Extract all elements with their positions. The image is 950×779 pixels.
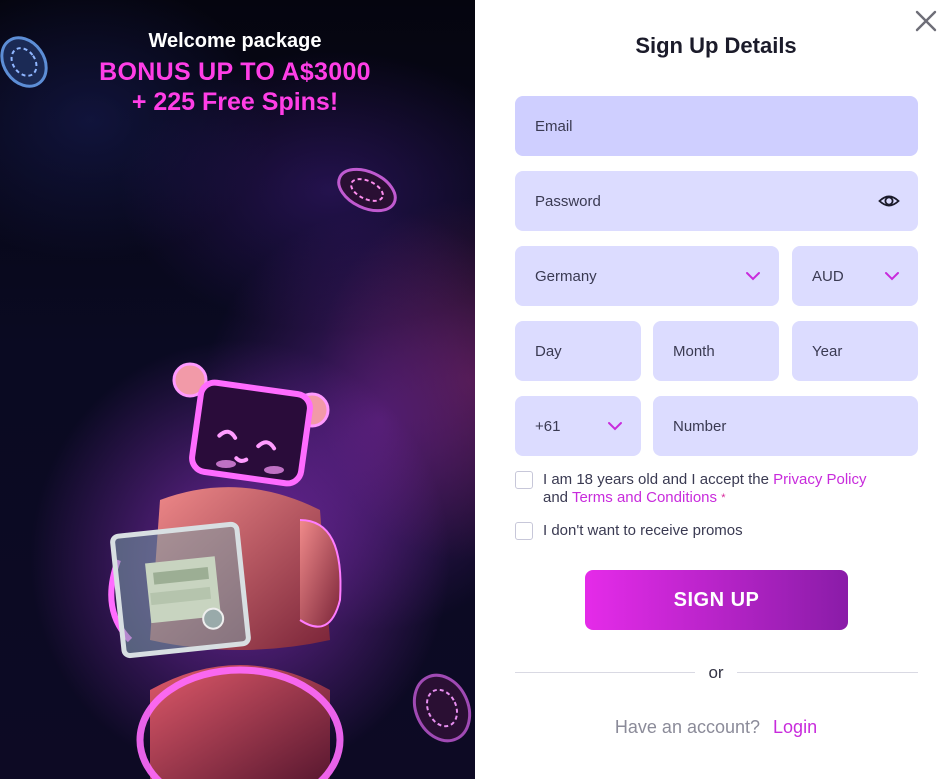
phone-number-field[interactable]: Number <box>653 396 918 456</box>
show-password-button[interactable] <box>878 190 900 216</box>
chevron-down-icon <box>745 268 761 285</box>
country-value: Germany <box>535 267 597 285</box>
country-select[interactable]: Germany <box>515 246 779 306</box>
promos-checkbox[interactable] <box>515 522 533 540</box>
year-field[interactable]: Year <box>792 321 918 381</box>
close-button[interactable] <box>913 8 939 34</box>
divider-left <box>515 672 695 673</box>
password-field[interactable]: Password <box>515 171 918 231</box>
promo-bonus-text: BONUS UP TO A$3000 <box>99 58 371 86</box>
terms-checkbox-row: I am 18 years old and I accept the Priva… <box>515 471 867 507</box>
password-placeholder: Password <box>535 192 601 210</box>
promos-checkbox-row: I don't want to receive promos <box>515 522 743 540</box>
chevron-down-icon <box>607 418 623 435</box>
signup-button[interactable]: SIGN UP <box>585 570 848 630</box>
terms-checkbox[interactable] <box>515 471 533 489</box>
login-prompt: Have an account? Login <box>475 717 950 738</box>
login-link[interactable]: Login <box>773 717 817 737</box>
phone-code-select[interactable]: +61 <box>515 396 641 456</box>
terms-link[interactable]: Terms and Conditions <box>572 489 717 506</box>
close-icon <box>915 10 937 32</box>
day-field[interactable]: Day <box>515 321 641 381</box>
promo-spins-text: + 225 Free Spins! <box>131 88 339 116</box>
form-title: Sign Up Details <box>635 33 797 58</box>
year-placeholder: Year <box>812 342 843 360</box>
email-field[interactable]: Email <box>515 96 918 156</box>
chevron-down-icon <box>884 268 900 285</box>
promo-panel: Welcome package BONUS UP TO A$3000 + 225… <box>0 0 475 779</box>
phone-code-value: +61 <box>535 417 561 435</box>
currency-select[interactable]: AUD <box>792 246 918 306</box>
terms-text: I am 18 years old and I accept the Priva… <box>543 471 867 506</box>
email-placeholder: Email <box>535 117 573 135</box>
month-placeholder: Month <box>673 342 715 360</box>
or-separator: or <box>708 663 724 682</box>
month-field[interactable]: Month <box>653 321 779 381</box>
privacy-policy-link[interactable]: Privacy Policy <box>773 471 866 488</box>
promos-label: I don't want to receive promos <box>543 522 743 539</box>
required-mark: * <box>721 492 726 504</box>
number-placeholder: Number <box>673 417 727 435</box>
currency-value: AUD <box>812 267 844 285</box>
promo-welcome-text: Welcome package <box>148 30 322 52</box>
signup-form-panel: Sign Up Details Email Password Germany A… <box>475 0 950 779</box>
divider-right <box>737 672 918 673</box>
day-placeholder: Day <box>535 342 562 360</box>
have-account-text: Have an account? <box>614 717 761 737</box>
eye-icon <box>878 195 900 207</box>
poker-chip-icon <box>337 167 397 213</box>
